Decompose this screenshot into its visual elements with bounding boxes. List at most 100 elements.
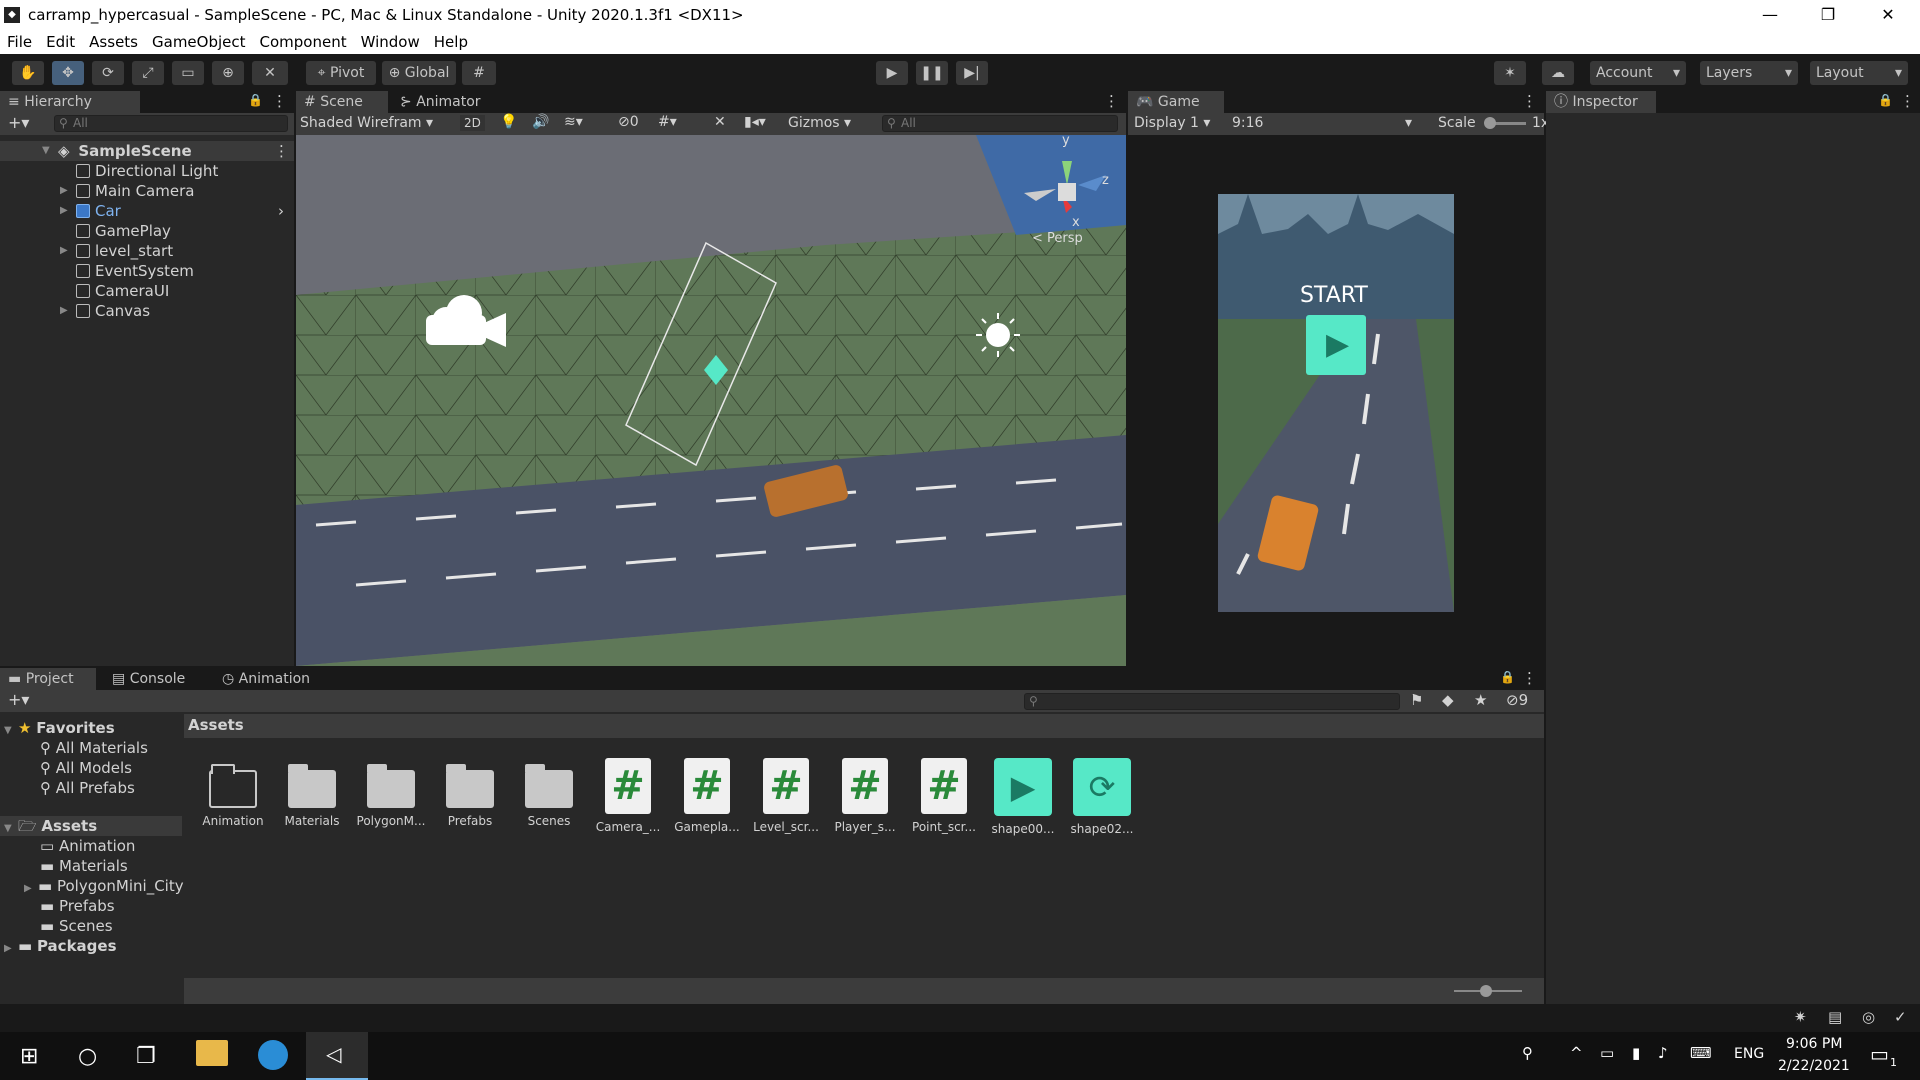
- menu-window[interactable]: Window: [354, 33, 427, 51]
- lock-icon[interactable]: 🔒: [1500, 670, 1515, 684]
- minimize-button[interactable]: —: [1742, 0, 1798, 30]
- language-indicator[interactable]: ENG: [1734, 1046, 1764, 1062]
- custom-tool-icon[interactable]: ✕: [252, 61, 288, 85]
- favorites-row[interactable]: ▼ ★ Favorites: [4, 718, 115, 738]
- progress-icon[interactable]: ▤: [1828, 1008, 1842, 1026]
- rotate-tool-icon[interactable]: ⟳: [92, 61, 124, 85]
- favorite-all-models[interactable]: ⚲ All Models: [40, 758, 132, 778]
- step-button[interactable]: ▶|: [956, 61, 988, 85]
- more-options-icon[interactable]: ⋮: [1522, 92, 1537, 110]
- more-options-icon[interactable]: ⋮: [1900, 92, 1915, 110]
- grid-snap-icon[interactable]: #: [462, 61, 496, 85]
- volume-icon[interactable]: ♪: [1658, 1044, 1668, 1062]
- expand-arrow-icon[interactable]: ▶: [60, 301, 70, 321]
- hidden-objects-icon[interactable]: ⊘0: [618, 114, 639, 130]
- debug-icon[interactable]: ✷: [1794, 1008, 1807, 1026]
- hierarchy-item[interactable]: EventSystem: [60, 261, 194, 281]
- battery-icon[interactable]: ▮: [1632, 1044, 1640, 1062]
- expand-arrow-icon[interactable]: ▶: [60, 241, 70, 261]
- rect-tool-icon[interactable]: ▭: [172, 61, 204, 85]
- tree-folder-materials[interactable]: ▬ Materials: [40, 856, 128, 876]
- play-button[interactable]: ▶: [876, 61, 908, 85]
- asset-item[interactable]: # Point_scr...: [909, 758, 979, 834]
- tab-scene[interactable]: # Scene: [296, 91, 388, 113]
- hierarchy-item[interactable]: GamePlay: [60, 221, 171, 241]
- notification-icon[interactable]: ▭: [1870, 1042, 1889, 1066]
- global-toggle[interactable]: ⊕ Global: [382, 61, 456, 85]
- status-check-icon[interactable]: ✓: [1894, 1008, 1907, 1026]
- cloud-icon[interactable]: ☁: [1542, 61, 1574, 85]
- hand-tool-icon[interactable]: ✋: [12, 61, 44, 85]
- chevron-right-icon[interactable]: ›: [278, 201, 284, 221]
- tab-hierarchy[interactable]: ≡ Hierarchy: [0, 91, 140, 113]
- scene-viewport[interactable]: y z x < Persp: [296, 135, 1126, 666]
- shading-mode-dropdown[interactable]: Shaded Wirefram ▾: [300, 115, 433, 131]
- asset-item[interactable]: Materials: [277, 758, 347, 828]
- tools-icon[interactable]: ✕: [714, 114, 726, 130]
- search-circle-icon[interactable]: ○: [78, 1044, 97, 1069]
- hierarchy-search-input[interactable]: ⚲ All: [54, 115, 288, 132]
- start-play-button[interactable]: ▶: [1306, 315, 1366, 375]
- file-explorer-icon[interactable]: [196, 1040, 228, 1066]
- scale-tool-icon[interactable]: ⤢: [132, 61, 164, 85]
- clock-date[interactable]: 2/22/2021: [1778, 1058, 1850, 1074]
- more-options-icon[interactable]: ⋮: [1104, 92, 1119, 110]
- pause-button[interactable]: ❚❚: [916, 61, 948, 85]
- grid-icon[interactable]: #▾: [658, 114, 677, 130]
- menu-gameobject[interactable]: GameObject: [145, 33, 253, 51]
- tab-animator[interactable]: ⊱ Animator: [392, 91, 492, 113]
- gizmos-dropdown[interactable]: Gizmos ▾: [788, 115, 851, 131]
- filter-label-icon[interactable]: ◆: [1442, 691, 1454, 709]
- filter-type-icon[interactable]: ⚑: [1410, 691, 1423, 709]
- perspective-toggle[interactable]: < Persp: [1032, 231, 1083, 246]
- expand-arrow-icon[interactable]: ▶: [60, 201, 70, 221]
- menu-file[interactable]: File: [0, 33, 39, 51]
- maximize-button[interactable]: ❐: [1800, 0, 1856, 30]
- asset-item[interactable]: # Player_s...: [830, 758, 900, 834]
- tab-project[interactable]: ▬ Project: [0, 668, 96, 690]
- breadcrumb-assets[interactable]: Assets: [188, 716, 244, 734]
- hierarchy-item[interactable]: CameraUI: [60, 281, 169, 301]
- hierarchy-item[interactable]: Directional Light: [60, 161, 218, 181]
- scene-options-icon[interactable]: ⋮: [274, 141, 289, 161]
- hierarchy-item[interactable]: ▶ level_start: [60, 241, 173, 261]
- audio-icon[interactable]: 🔊: [532, 114, 549, 130]
- game-viewport[interactable]: START ▶: [1128, 135, 1544, 666]
- close-button[interactable]: ✕: [1860, 0, 1916, 30]
- project-search-input[interactable]: ⚲: [1024, 693, 1400, 710]
- toggle-2d-button[interactable]: 2D: [460, 115, 485, 131]
- favorite-all-materials[interactable]: ⚲ All Materials: [40, 738, 148, 758]
- camera-icon[interactable]: ▮◂▾: [744, 114, 766, 130]
- cache-icon[interactable]: ◎: [1862, 1008, 1875, 1026]
- asset-item[interactable]: Animation: [198, 758, 268, 828]
- tree-folder-animation[interactable]: ▭ Animation: [40, 836, 135, 856]
- tree-folder-polygon[interactable]: ▶ ▬ PolygonMini_City: [24, 876, 184, 896]
- menu-component[interactable]: Component: [253, 33, 354, 51]
- task-view-icon[interactable]: ❐: [136, 1044, 156, 1069]
- collab-icon[interactable]: ✶: [1494, 61, 1526, 85]
- asset-item[interactable]: Scenes: [514, 758, 584, 828]
- asset-item[interactable]: PolygonM...: [356, 758, 426, 828]
- add-icon[interactable]: +▾: [8, 690, 29, 709]
- unity-taskbar-icon[interactable]: ◁: [306, 1032, 368, 1080]
- hierarchy-item[interactable]: ▶ Canvas: [60, 301, 150, 321]
- chevron-up-icon[interactable]: ^: [1570, 1044, 1583, 1062]
- layers-dropdown[interactable]: Layers ▾: [1700, 61, 1798, 85]
- asset-item[interactable]: # Camera_...: [593, 758, 663, 834]
- tab-inspector[interactable]: ⓘ Inspector: [1546, 91, 1656, 113]
- hidden-packages-icon[interactable]: ⊘9: [1506, 691, 1528, 709]
- move-tool-icon[interactable]: ✥: [52, 61, 84, 85]
- more-options-icon[interactable]: ⋮: [1522, 669, 1537, 687]
- zoom-slider[interactable]: [1454, 985, 1522, 997]
- pivot-toggle[interactable]: ⌖ Pivot: [306, 61, 376, 85]
- tree-folder-prefabs[interactable]: ▬ Prefabs: [40, 896, 115, 916]
- favorite-star-icon[interactable]: ★: [1474, 691, 1487, 709]
- lock-icon[interactable]: 🔒: [1878, 93, 1893, 107]
- account-dropdown[interactable]: Account ▾: [1590, 61, 1686, 85]
- tab-console[interactable]: ▤ Console: [104, 668, 204, 690]
- tab-animation[interactable]: ◷ Animation: [214, 668, 334, 690]
- effects-icon[interactable]: ≋▾: [564, 114, 583, 130]
- scene-row[interactable]: ▼ ◈ SampleScene ⋮: [0, 141, 294, 161]
- expand-arrow-icon[interactable]: ▶: [60, 181, 70, 201]
- asset-item[interactable]: # Level_scr...: [751, 758, 821, 834]
